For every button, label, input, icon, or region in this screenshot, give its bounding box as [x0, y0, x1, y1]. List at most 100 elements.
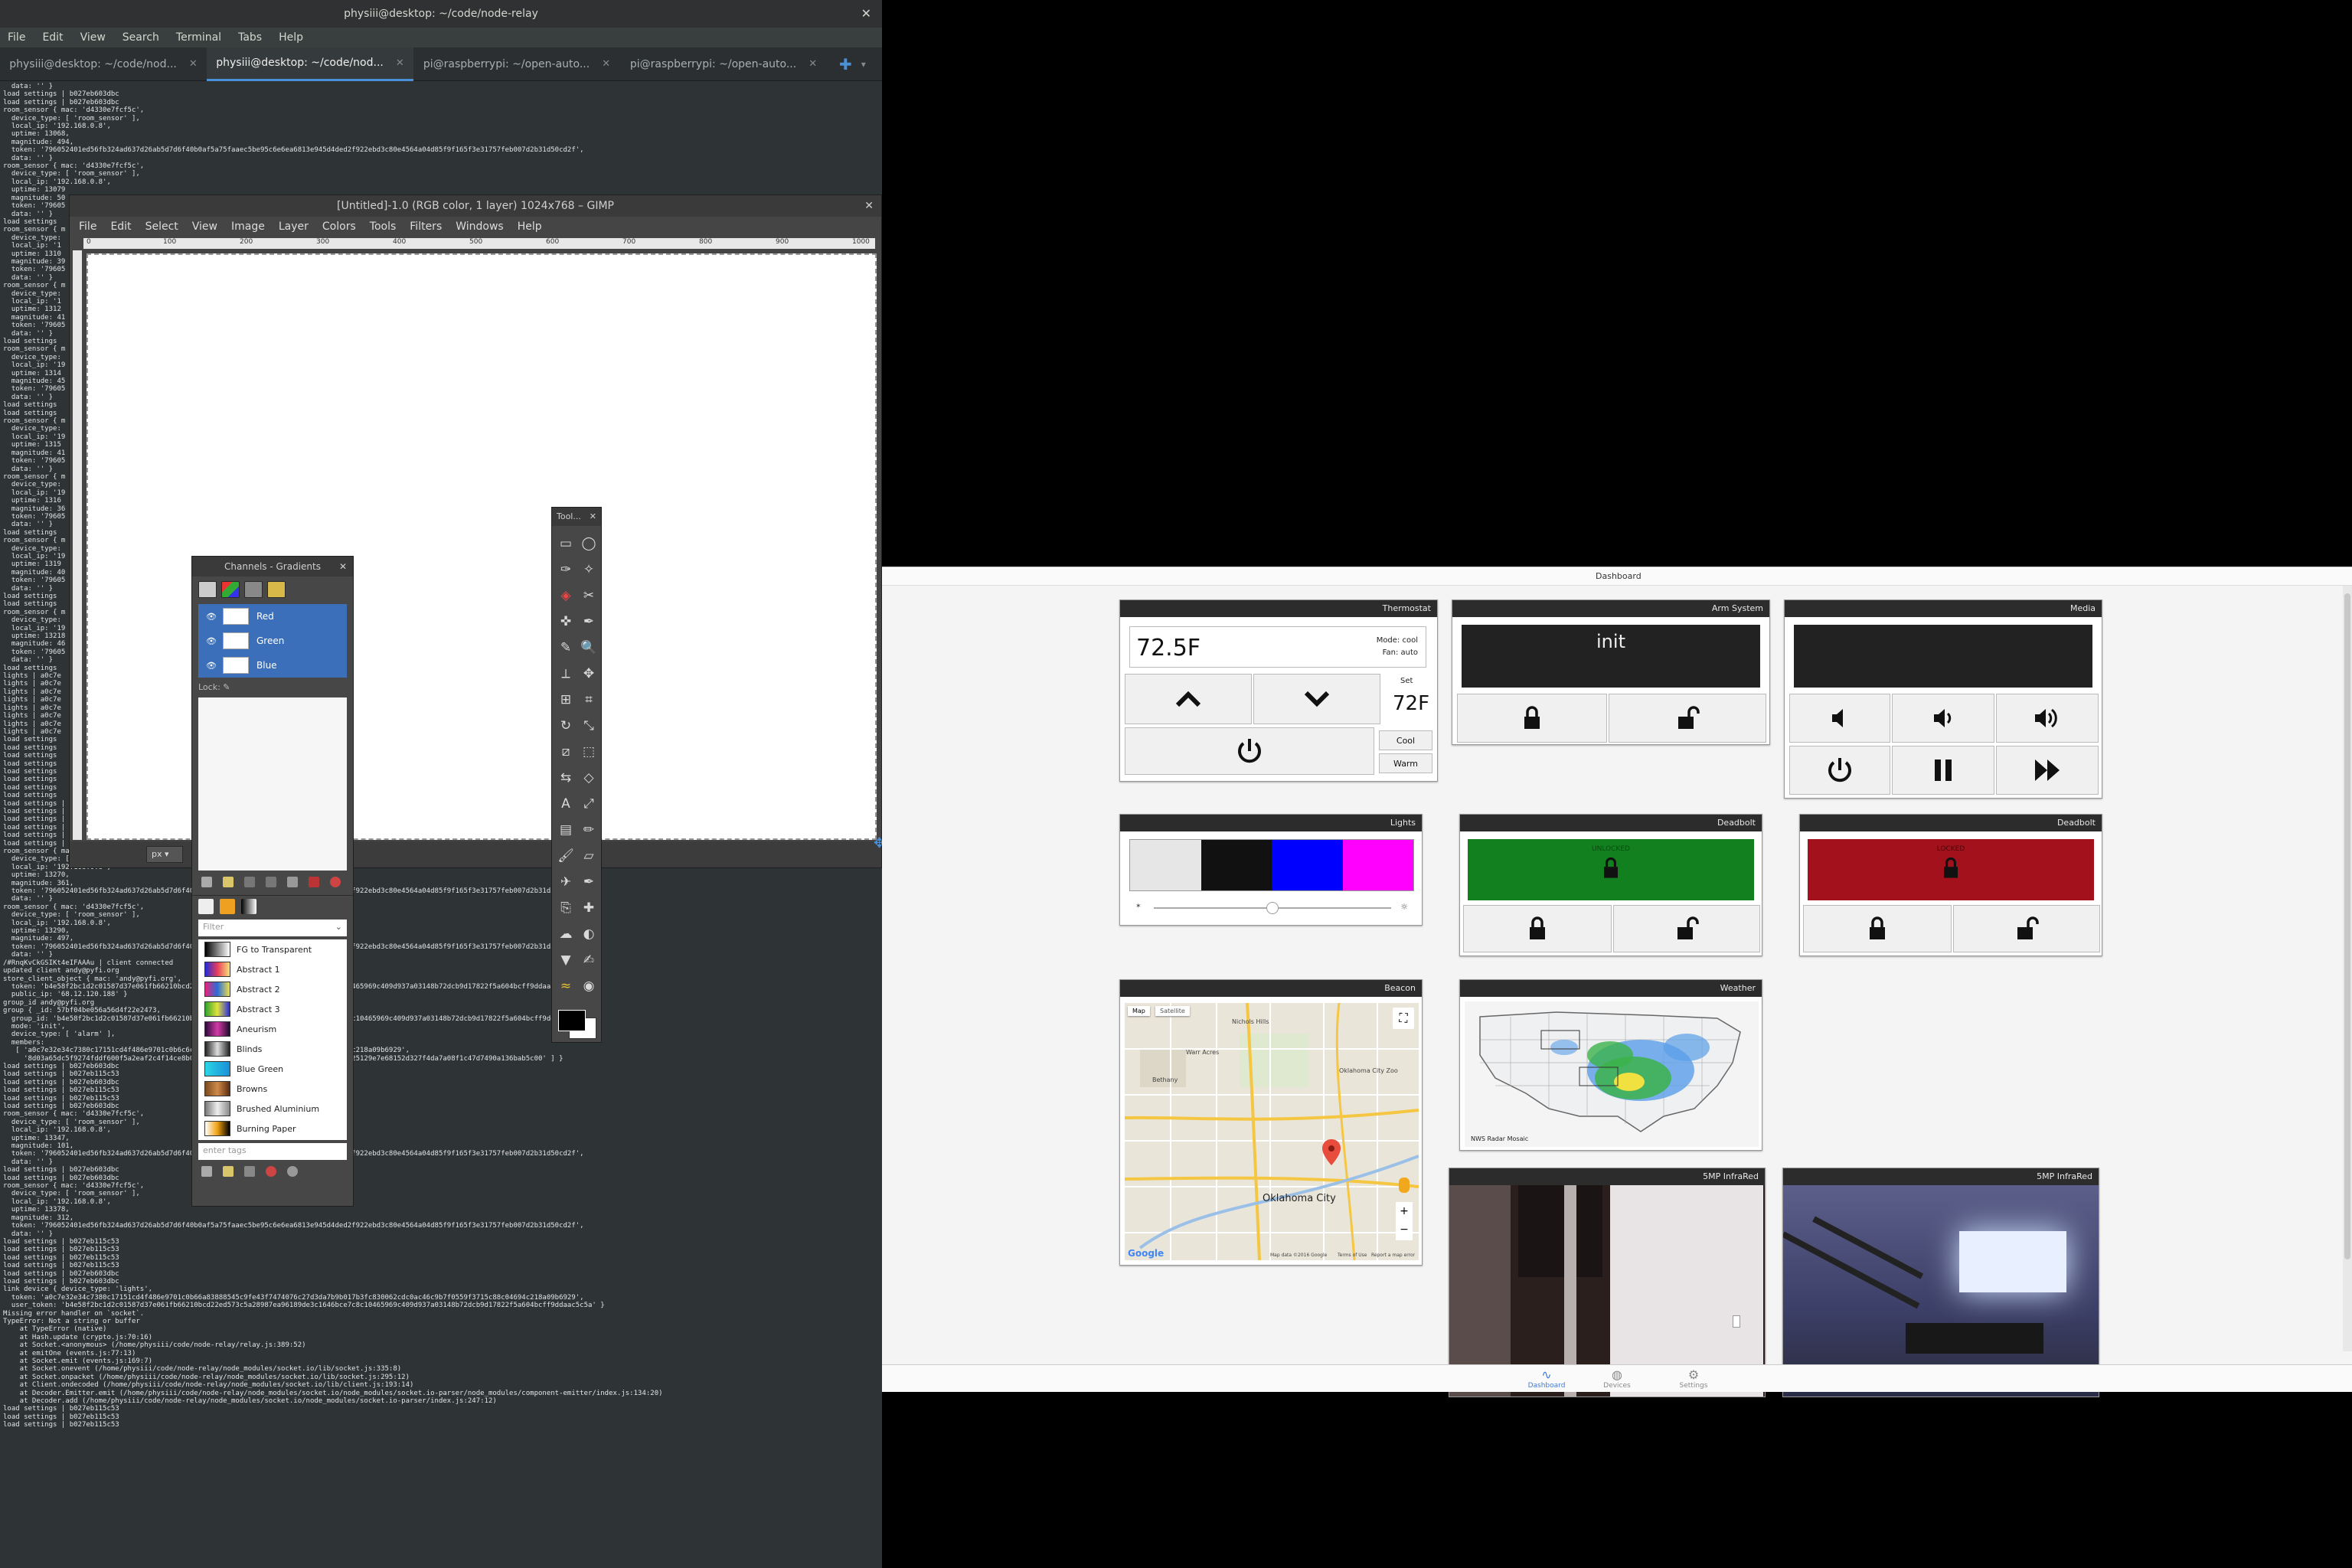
rotate-tool-icon[interactable]: ↻ — [554, 713, 577, 739]
zoom-out-icon[interactable]: − — [1396, 1220, 1413, 1239]
gradient-item[interactable]: Abstract 1 — [198, 959, 347, 979]
brightness-slider[interactable]: ✶ ☼ — [1129, 900, 1414, 916]
tags-input[interactable]: enter tags — [198, 1143, 347, 1160]
color-swatch-blue[interactable] — [1272, 840, 1343, 890]
smudge-tool-icon[interactable]: ☁ — [554, 921, 577, 947]
align-tool-icon[interactable]: ⊞ — [554, 687, 577, 713]
nav-settings[interactable]: ⚙ Settings — [1671, 1368, 1717, 1390]
media-power-button[interactable] — [1789, 746, 1890, 795]
gimp-menu-help[interactable]: Help — [518, 220, 542, 233]
horizontal-ruler[interactable]: 0 100 200 300 400 500 600 700 800 900 1000 — [83, 238, 875, 249]
refresh-icon[interactable] — [287, 1166, 298, 1177]
gradient-item[interactable]: Blue Green — [198, 1059, 347, 1079]
terminal-tab-1[interactable]: physiii@desktop: ~/code/nod... ✕ — [0, 47, 207, 81]
chevron-down-icon[interactable]: ⌄ — [335, 922, 342, 932]
duplicate-gradient-icon[interactable] — [244, 1166, 255, 1177]
deadbolt-lock-button[interactable] — [1803, 905, 1952, 952]
gimp-menu-filters[interactable]: Filters — [410, 220, 442, 233]
unit-select[interactable]: px ▾ — [146, 846, 183, 863]
blur-tool-icon[interactable]: ◉ — [577, 973, 600, 999]
nav-dashboard[interactable]: ∿ Dashboard — [1524, 1368, 1570, 1390]
close-icon[interactable]: ✕ — [808, 58, 817, 70]
warm-button[interactable]: Warm — [1379, 753, 1432, 773]
volume-mute-button[interactable] — [1789, 694, 1890, 743]
heal-tool-icon[interactable]: ✚ — [577, 895, 600, 921]
temp-down-button[interactable] — [1253, 674, 1380, 724]
color-swatch-magenta[interactable] — [1342, 840, 1413, 890]
color-swatch-white[interactable] — [1130, 840, 1201, 890]
new-channel-icon[interactable] — [223, 877, 234, 887]
paths-tab-icon[interactable] — [244, 581, 263, 598]
shear-tool-icon[interactable]: ⧄ — [554, 739, 577, 765]
cool-button[interactable]: Cool — [1379, 730, 1432, 750]
gradient-item[interactable]: Aneurism — [198, 1019, 347, 1039]
gimp-menu-windows[interactable]: Windows — [456, 220, 504, 233]
warp-tool-icon[interactable]: ≈ — [554, 973, 577, 999]
foreground-color-swatch[interactable] — [558, 1010, 586, 1031]
raise-icon[interactable] — [244, 877, 255, 887]
volume-down-button[interactable] — [1892, 694, 1994, 743]
select-by-color-tool-icon[interactable]: ◈ — [554, 583, 577, 609]
arm-lock-button[interactable] — [1457, 694, 1607, 743]
brush-lock-icon[interactable]: ✎ — [223, 682, 230, 692]
scissors-tool-icon[interactable]: ✂ — [577, 583, 600, 609]
delete-gradient-icon[interactable] — [266, 1166, 276, 1177]
close-icon[interactable]: ✕ — [590, 508, 596, 526]
gradient-item[interactable]: Brushed Aluminium — [198, 1099, 347, 1119]
deadbolt-unlock-button[interactable] — [1613, 905, 1760, 952]
temp-up-button[interactable] — [1125, 674, 1252, 724]
free-select-tool-icon[interactable]: ✑ — [554, 557, 577, 583]
layers-tab-icon[interactable] — [198, 581, 217, 598]
gradient-list[interactable]: FG to Transparent Abstract 1 Abstract 2 Abs… — [198, 939, 347, 1140]
volume-up-button[interactable] — [1996, 694, 2099, 743]
report-link[interactable]: Report a map error — [1371, 1253, 1415, 1258]
cage-tool-icon[interactable]: ◇ — [577, 765, 600, 791]
unified-transform-tool-icon[interactable]: ⤢ — [577, 791, 600, 817]
foreground-select-tool-icon[interactable]: ✜ — [554, 609, 577, 635]
menu-edit[interactable]: Edit — [42, 31, 63, 44]
delete-icon[interactable] — [330, 877, 341, 887]
edit-icon[interactable] — [201, 877, 212, 887]
undo-tab-icon[interactable] — [267, 581, 286, 598]
measure-tool-icon[interactable]: ⟂ — [554, 661, 577, 687]
gimp-menu-colors[interactable]: Colors — [322, 220, 356, 233]
brush-tab-icon[interactable] — [198, 899, 214, 914]
blend-tool-icon[interactable]: ▤ — [554, 817, 577, 843]
gradient-item[interactable]: Blinds — [198, 1039, 347, 1059]
close-icon[interactable]: ✕ — [602, 58, 610, 70]
menu-help[interactable]: Help — [279, 31, 303, 44]
bucket-fill-tool-icon[interactable]: ▼ — [554, 947, 577, 973]
gradient-item[interactable]: Abstract 2 — [198, 979, 347, 999]
gimp-menu-file[interactable]: File — [79, 220, 96, 233]
gradient-item[interactable]: Abstract 3 — [198, 999, 347, 1019]
text-tool-icon[interactable]: A — [554, 791, 577, 817]
pencil-tool-icon[interactable]: ✏ — [577, 817, 600, 843]
beacon-map[interactable]: Map Satellite Oklahoma City Nichols Hill… — [1125, 1003, 1419, 1260]
arm-unlock-button[interactable] — [1609, 694, 1766, 743]
menu-terminal[interactable]: Terminal — [176, 31, 221, 44]
close-icon[interactable]: ✕ — [396, 57, 404, 69]
channels-tab-icon[interactable] — [221, 581, 240, 598]
fuzzy-select-tool-icon[interactable]: ✧ — [577, 557, 600, 583]
dodge-tool-icon[interactable]: ◐ — [577, 921, 600, 947]
mypaint-brush-tool-icon[interactable]: ✍ — [577, 947, 600, 973]
scrollbar-thumb[interactable] — [2344, 593, 2350, 1259]
menu-view[interactable]: View — [80, 31, 106, 44]
close-icon[interactable]: ✕ — [339, 557, 347, 577]
pause-button[interactable] — [1892, 746, 1994, 795]
terminal-tab-2[interactable]: physiii@desktop: ~/code/nod... ✕ — [207, 47, 413, 81]
pattern-tab-icon[interactable] — [220, 899, 235, 914]
gradient-filter-input[interactable]: Filter ⌄ — [198, 920, 347, 936]
close-icon[interactable]: ✕ — [861, 0, 871, 28]
to-selection-icon[interactable] — [309, 877, 319, 887]
gimp-menu-view[interactable]: View — [192, 220, 217, 233]
vertical-ruler[interactable] — [73, 250, 82, 840]
deadbolt-unlock-button[interactable] — [1953, 905, 2100, 952]
tab-menu-icon[interactable]: ▾ — [861, 59, 866, 70]
gradient-item[interactable]: Burning Paper — [198, 1119, 347, 1138]
airbrush-tool-icon[interactable]: ✈ — [554, 869, 577, 895]
rect-select-tool-icon[interactable]: ▭ — [554, 531, 577, 557]
paths-tool-icon[interactable]: ✒ — [577, 609, 600, 635]
map-type-satellite[interactable]: Satellite — [1155, 1006, 1190, 1016]
eye-icon[interactable]: 👁 — [206, 612, 217, 622]
